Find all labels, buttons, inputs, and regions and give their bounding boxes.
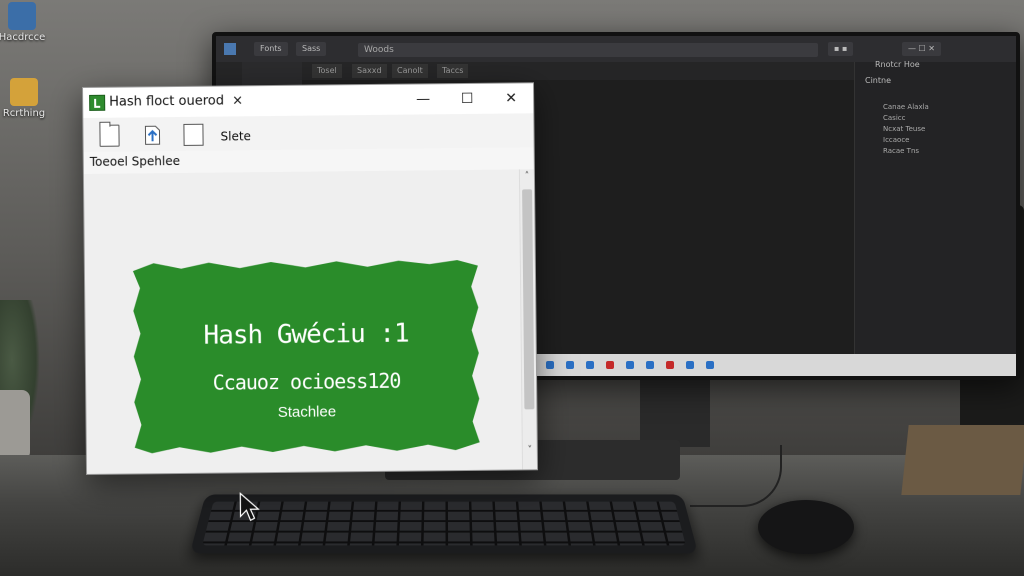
ide-titlebar: Fonts Sass Woods ▪ ▪ — ☐ ✕: [216, 36, 1016, 62]
side-panel-item[interactable]: Racae Tns: [883, 146, 929, 157]
monitor-stand: [640, 372, 710, 447]
taskbar-icon[interactable]: [586, 361, 594, 369]
ide-window-control[interactable]: ▪ ▪: [828, 42, 854, 56]
close-button[interactable]: ✕: [489, 83, 533, 113]
ide-menu-sass[interactable]: Sass: [296, 42, 327, 56]
taskbar-icon[interactable]: [546, 361, 554, 369]
desktop-icon[interactable]: Hacdrcce: [0, 2, 52, 43]
side-panel-title: Cintne: [865, 76, 892, 85]
ide-search-bar[interactable]: Woods: [358, 43, 818, 57]
wood-stand: [901, 425, 1024, 495]
scroll-up-icon[interactable]: ˄: [520, 171, 534, 181]
taskbar-icon[interactable]: [666, 361, 674, 369]
taskbar-icon[interactable]: [686, 361, 694, 369]
close-tab-icon[interactable]: ×: [232, 93, 243, 108]
desktop-icon-label: Hacdrcce: [0, 32, 46, 43]
card-subtitle: Ccauoz ocioess120: [212, 368, 401, 395]
taskbar: [536, 354, 1016, 376]
app-icon: [8, 2, 36, 30]
desktop-icon-label: Rcrthing: [2, 108, 46, 119]
upload-icon[interactable]: [141, 124, 161, 145]
side-panel-list: Canae Alaxla Casicc Ncxat Teuse Iccaoce …: [883, 102, 929, 157]
window-title: Hash floct ouerod ×: [109, 93, 243, 109]
document-icon[interactable]: [183, 123, 204, 146]
taskbar-icon[interactable]: [566, 361, 574, 369]
side-panel-item[interactable]: Canae Alaxla: [883, 102, 929, 113]
taskbar-icon[interactable]: [706, 361, 714, 369]
location-text: Toeoel Spehlee: [89, 153, 181, 169]
taskbar-icon[interactable]: [606, 361, 614, 369]
toolbar: Slete: [83, 113, 534, 152]
green-card: Hash Gwéciu :1 Ccauoz ocioess120 Stachle…: [133, 260, 480, 454]
scrollbar[interactable]: ˄ ˅: [518, 169, 538, 470]
editor-tab[interactable]: Tosel: [312, 64, 342, 78]
taskbar-icon[interactable]: [646, 361, 654, 369]
side-panel-item[interactable]: Iccaoce: [883, 135, 929, 146]
ide-menu-fonts[interactable]: Fonts: [254, 42, 288, 56]
window-title-text: Hash floct ouerod: [109, 93, 225, 110]
folder-icon[interactable]: [99, 124, 120, 147]
app-icon: [89, 94, 106, 111]
content-area[interactable]: Hash Gwéciu :1 Ccauoz ocioess120 Stachle…: [83, 169, 524, 522]
keyboard: [189, 494, 699, 554]
mouse: [758, 500, 854, 554]
editor-tab[interactable]: Taccs: [437, 64, 469, 78]
minimize-button[interactable]: —: [401, 84, 445, 114]
ide-window-buttons[interactable]: — ☐ ✕: [902, 42, 941, 56]
taskbar-icon[interactable]: [626, 361, 634, 369]
side-panel-header: Rnotcr Hoe: [875, 60, 920, 69]
scroll-thumb[interactable]: [522, 189, 535, 410]
side-panel-item[interactable]: Casicc: [883, 113, 929, 124]
plant-pot: [0, 390, 30, 460]
window-titlebar[interactable]: Hash floct ouerod × — ☐ ✕: [83, 83, 534, 118]
side-panel-item[interactable]: Ncxat Teuse: [883, 124, 929, 135]
card-caption: Stachlee: [277, 403, 337, 421]
app-window: Hash floct ouerod × — ☐ ✕ Slete Toeoel S…: [82, 82, 539, 522]
ide-side-panel: Rnotcr Hoe Cintne Canae Alaxla Casicc Nc…: [854, 60, 1016, 354]
folder-icon: [10, 78, 38, 106]
maximize-button[interactable]: ☐: [445, 84, 489, 114]
scroll-down-icon[interactable]: ˅: [523, 445, 537, 455]
toolbar-label[interactable]: Slete: [220, 129, 251, 143]
ide-logo-icon: [224, 43, 236, 55]
editor-tab[interactable]: Canolt: [392, 64, 428, 78]
card-title: Hash Gwéciu :1: [203, 318, 409, 351]
desktop-icon[interactable]: Rcrthing: [0, 78, 54, 119]
editor-tab[interactable]: Saxxd: [352, 64, 387, 78]
